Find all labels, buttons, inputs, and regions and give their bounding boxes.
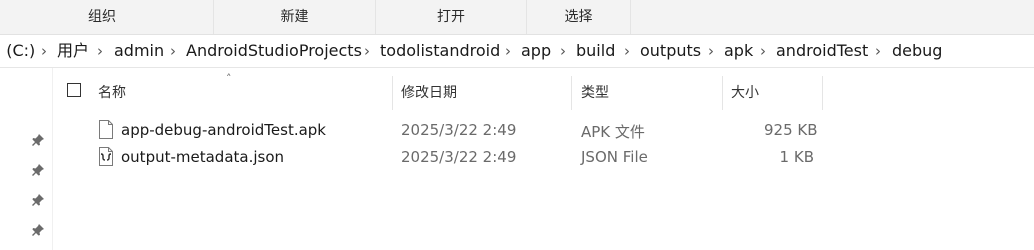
breadcrumb-chevron-icon[interactable]: › <box>624 35 630 67</box>
column-header-modified[interactable]: 修改日期 <box>401 82 457 102</box>
file-modified: 2025/3/22 2:49 <box>401 121 517 139</box>
breadcrumb-chevron-icon[interactable]: › <box>97 35 103 67</box>
ribbon-tab-organize[interactable]: 组织 <box>40 0 164 34</box>
breadcrumb-chevron-icon[interactable]: › <box>170 35 176 67</box>
ribbon-separator <box>630 0 631 34</box>
ribbon-tab-new[interactable]: 新建 <box>214 0 375 34</box>
pin-icon[interactable] <box>31 163 45 177</box>
select-all-checkbox[interactable] <box>67 83 81 97</box>
breadcrumb-chevron-icon[interactable]: › <box>364 35 370 67</box>
pin-icon[interactable] <box>31 223 45 237</box>
column-divider[interactable] <box>392 76 393 110</box>
breadcrumb-drive[interactable]: ∶ (C:) <box>0 35 35 67</box>
column-header-size[interactable]: 大小 <box>731 82 759 102</box>
blank-file-icon <box>99 120 113 139</box>
column-header-row: 名称 修改日期 类型 大小 <box>53 68 1034 112</box>
breadcrumb-build[interactable]: build <box>576 35 615 67</box>
sort-ascending-icon: ˄ <box>226 72 232 85</box>
ribbon-tab-open[interactable]: 打开 <box>376 0 526 34</box>
pin-icon[interactable] <box>31 133 45 147</box>
column-divider[interactable] <box>571 76 572 110</box>
breadcrumb-outputs[interactable]: outputs <box>640 35 701 67</box>
json-file-icon <box>99 147 113 166</box>
breadcrumb-app[interactable]: app <box>521 35 551 67</box>
breadcrumb-chevron-icon[interactable]: › <box>41 35 47 67</box>
breadcrumb-androidstudioprojects[interactable]: AndroidStudioProjects <box>186 35 362 67</box>
column-divider[interactable] <box>722 76 723 110</box>
breadcrumb-androidtest[interactable]: androidTest <box>776 35 868 67</box>
navigation-pane[interactable] <box>0 68 53 250</box>
file-size: 1 KB <box>779 148 814 166</box>
breadcrumb-users[interactable]: 用户 <box>57 35 89 67</box>
breadcrumb-admin[interactable]: admin <box>114 35 164 67</box>
file-name[interactable]: app-debug-androidTest.apk <box>121 121 326 139</box>
breadcrumb-chevron-icon[interactable]: › <box>505 35 511 67</box>
column-divider[interactable] <box>822 76 823 110</box>
file-modified: 2025/3/22 2:49 <box>401 148 517 166</box>
file-row[interactable]: app-debug-androidTest.apk 2025/3/22 2:49… <box>53 117 1034 143</box>
breadcrumb-chevron-icon[interactable]: › <box>875 35 881 67</box>
ribbon-tab-select[interactable]: 选择 <box>527 0 630 34</box>
file-size: 925 KB <box>764 121 818 139</box>
file-row[interactable]: output-metadata.json 2025/3/22 2:49 JSON… <box>53 144 1034 170</box>
pin-icon[interactable] <box>31 193 45 207</box>
breadcrumb-debug[interactable]: debug <box>892 35 942 67</box>
column-header-type[interactable]: 类型 <box>581 82 609 102</box>
ribbon-tab-bar: 组织 新建 打开 选择 <box>0 0 1034 35</box>
column-header-name[interactable]: 名称 <box>98 82 126 102</box>
file-type: JSON File <box>581 148 648 166</box>
breadcrumb-chevron-icon[interactable]: › <box>760 35 766 67</box>
breadcrumb-chevron-icon[interactable]: › <box>560 35 566 67</box>
file-name[interactable]: output-metadata.json <box>121 148 284 166</box>
breadcrumb-todolistandroid[interactable]: todolistandroid <box>380 35 500 67</box>
file-type: APK 文件 <box>581 123 645 141</box>
breadcrumb[interactable]: ∶ (C:) › 用户 › admin › AndroidStudioProje… <box>0 35 1034 68</box>
breadcrumb-apk[interactable]: apk <box>724 35 753 67</box>
breadcrumb-chevron-icon[interactable]: › <box>708 35 714 67</box>
